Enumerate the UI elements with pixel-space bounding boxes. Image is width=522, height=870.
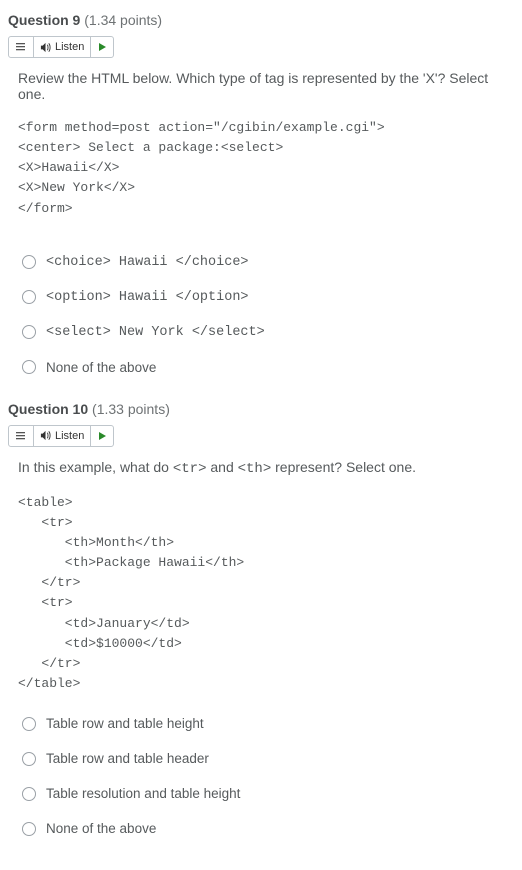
q10-prompt-mid: and [206, 459, 237, 475]
radio-icon[interactable] [22, 787, 36, 801]
q9-choice-4-text: None of the above [46, 360, 156, 375]
listen-label: Listen [55, 41, 84, 53]
listen-toolbar: Listen [8, 425, 114, 447]
q9-choice-1[interactable]: <choice> Hawaii </choice> [22, 255, 514, 270]
listen-toolbar: Listen [8, 36, 114, 58]
list-icon [15, 430, 27, 442]
q10-choice-4-text: None of the above [46, 821, 156, 836]
q10-choice-3-text: Table resolution and table height [46, 786, 240, 801]
radio-icon[interactable] [22, 290, 36, 304]
radio-icon[interactable] [22, 717, 36, 731]
speaker-icon [40, 430, 51, 441]
question-10-prompt: In this example, what do <tr> and <th> r… [18, 459, 514, 477]
question-10-code: <table> <tr> <th>Month</th> <th>Package … [18, 493, 514, 694]
listen-button[interactable]: Listen [34, 37, 91, 57]
q9-choice-2-text: <option> Hawaii </option> [46, 290, 249, 305]
q10-prompt-post: represent? Select one. [271, 459, 416, 475]
question-9-block: Question 9 (1.34 points) Listen Review t… [8, 12, 514, 375]
listen-button[interactable]: Listen [34, 426, 91, 446]
q9-choice-4[interactable]: None of the above [22, 360, 514, 375]
play-icon [97, 42, 107, 52]
listen-label: Listen [55, 430, 84, 442]
q10-choice-3[interactable]: Table resolution and table height [22, 786, 514, 801]
listen-play-button[interactable] [91, 426, 113, 446]
question-9-title: Question 9 [8, 12, 80, 28]
radio-icon[interactable] [22, 325, 36, 339]
q10-choice-2-text: Table row and table header [46, 751, 209, 766]
q9-choice-1-text: <choice> Hawaii </choice> [46, 255, 249, 270]
q10-choice-1-text: Table row and table height [46, 716, 204, 731]
question-10-title: Question 10 [8, 401, 88, 417]
q9-choice-3[interactable]: <select> New York </select> [22, 325, 514, 340]
q10-prompt-code2: <th> [238, 461, 272, 477]
q10-prompt-pre: In this example, what do [18, 459, 173, 475]
q9-choice-2[interactable]: <option> Hawaii </option> [22, 290, 514, 305]
radio-icon[interactable] [22, 255, 36, 269]
question-10-block: Question 10 (1.33 points) Listen In this… [8, 401, 514, 836]
question-9-prompt: Review the HTML below. Which type of tag… [18, 70, 514, 102]
q10-prompt-code1: <tr> [173, 461, 207, 477]
question-10-header: Question 10 (1.33 points) [8, 401, 514, 417]
question-9-code: <form method=post action="/cgibin/exampl… [18, 118, 514, 219]
listen-menu-button[interactable] [9, 37, 34, 57]
question-10-choices: Table row and table height Table row and… [22, 716, 514, 836]
radio-icon[interactable] [22, 822, 36, 836]
q10-choice-2[interactable]: Table row and table header [22, 751, 514, 766]
play-icon [97, 431, 107, 441]
listen-menu-button[interactable] [9, 426, 34, 446]
radio-icon[interactable] [22, 360, 36, 374]
radio-icon[interactable] [22, 752, 36, 766]
question-9-header: Question 9 (1.34 points) [8, 12, 514, 28]
q9-choice-3-text: <select> New York </select> [46, 325, 265, 340]
question-9-choices: <choice> Hawaii </choice> <option> Hawai… [22, 255, 514, 375]
speaker-icon [40, 42, 51, 53]
q10-choice-1[interactable]: Table row and table height [22, 716, 514, 731]
list-icon [15, 41, 27, 53]
question-9-points: (1.34 points) [84, 12, 162, 28]
q10-choice-4[interactable]: None of the above [22, 821, 514, 836]
question-10-points: (1.33 points) [92, 401, 170, 417]
listen-play-button[interactable] [91, 37, 113, 57]
